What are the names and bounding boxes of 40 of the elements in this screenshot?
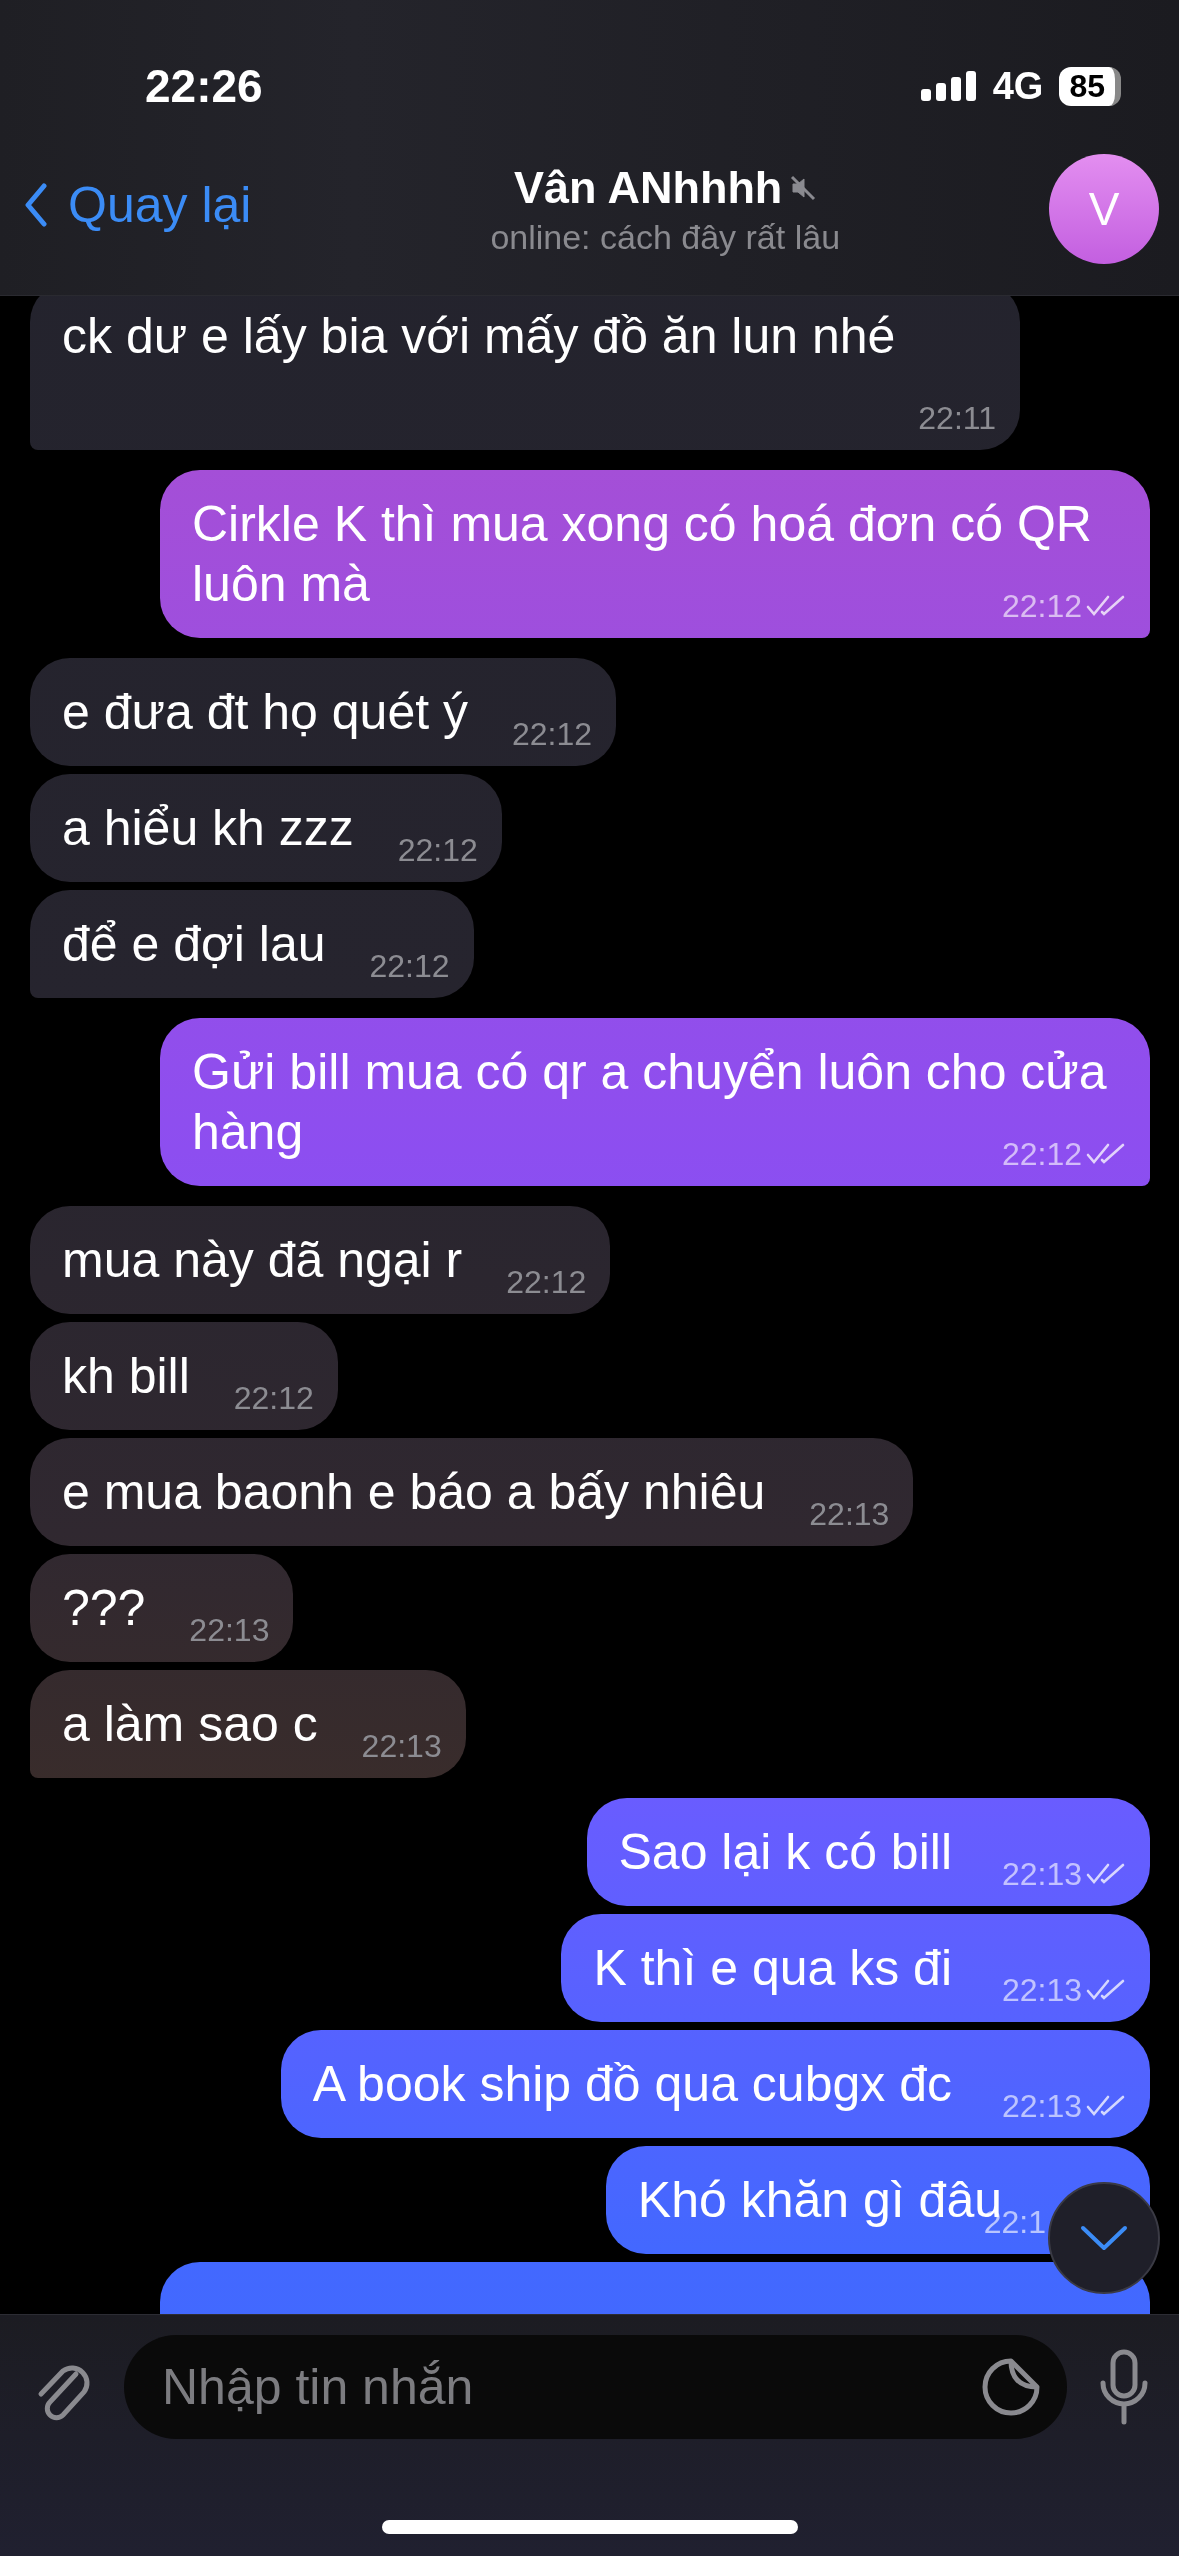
battery-level: 85 [1059, 66, 1121, 106]
message-time: 22:11 [918, 400, 996, 436]
message-bubble: e đưa đt họ quét ý 22:12 [30, 658, 616, 766]
chevron-down-icon[interactable] [1079, 2223, 1129, 2253]
message-bubble: e mua baonh e báo a bấy nhiêu 22:13 [30, 1438, 914, 1546]
signal-icon [920, 71, 977, 101]
message-time: 22:13 [1001, 2088, 1082, 2124]
status-time: 22:26 [145, 59, 263, 113]
chat-title: Vân ANhhhh [514, 161, 783, 214]
message-bubble: mua này đã ngại r 22:12 [30, 1206, 611, 1314]
message-bubble: ??? 22:13 [30, 1554, 294, 1662]
message-time: 22:12 [1001, 1136, 1082, 1172]
message-time: 22:13 [1001, 1972, 1082, 2008]
message-bubble: Cirkle K thì mua xong có hoá đơn có QR luôn mà 22:12 [160, 470, 1150, 638]
message-time: 22:12 [369, 948, 450, 984]
message-bubble: a làm sao c 22:13 [30, 1670, 466, 1778]
message-time: 22:13 [189, 1612, 270, 1648]
message-bubble: a hiểu kh zzz 22:12 [30, 774, 502, 882]
message-bubble: K thì e qua ks đi 22:13 [561, 1914, 1150, 2022]
back-chevron-icon[interactable] [24, 183, 48, 227]
message-time: 22:12 [1001, 588, 1082, 624]
message-bubble: Sao lại k có bill 22:13 [586, 1798, 1150, 1906]
message-time: 22:12 [506, 1264, 587, 1300]
message-time: 22:13 [1001, 1856, 1082, 1892]
microphone-icon[interactable] [1099, 2349, 1149, 2425]
network-label: 4G [992, 64, 1044, 108]
message-time: 22:12 [511, 716, 592, 752]
back-button[interactable]: Quay lại [24, 176, 252, 234]
message-bubble: kh bill 22:12 [30, 1322, 338, 1430]
message-time: 22:13 [361, 1728, 442, 1764]
message-bubble: A book ship đồ qua cubgx đc 22:13 [280, 2030, 1150, 2138]
avatar[interactable]: V [1049, 154, 1159, 264]
message-bubble: để e đợi lau 22:12 [30, 890, 474, 998]
message-input[interactable]: Nhập tin nhắn [124, 2335, 1067, 2439]
message-time: 22:12 [397, 832, 478, 868]
message-time: 22:12 [233, 1380, 314, 1416]
message-time: 22:13 [809, 1496, 890, 1532]
message-bubble: Gửi bill mua có qr a chuyển luôn cho cửa hàng 22:12 [160, 1018, 1150, 1186]
last-seen-status: online: cách đây rất lâu [490, 217, 841, 257]
sticker-icon[interactable] [981, 2357, 1041, 2417]
